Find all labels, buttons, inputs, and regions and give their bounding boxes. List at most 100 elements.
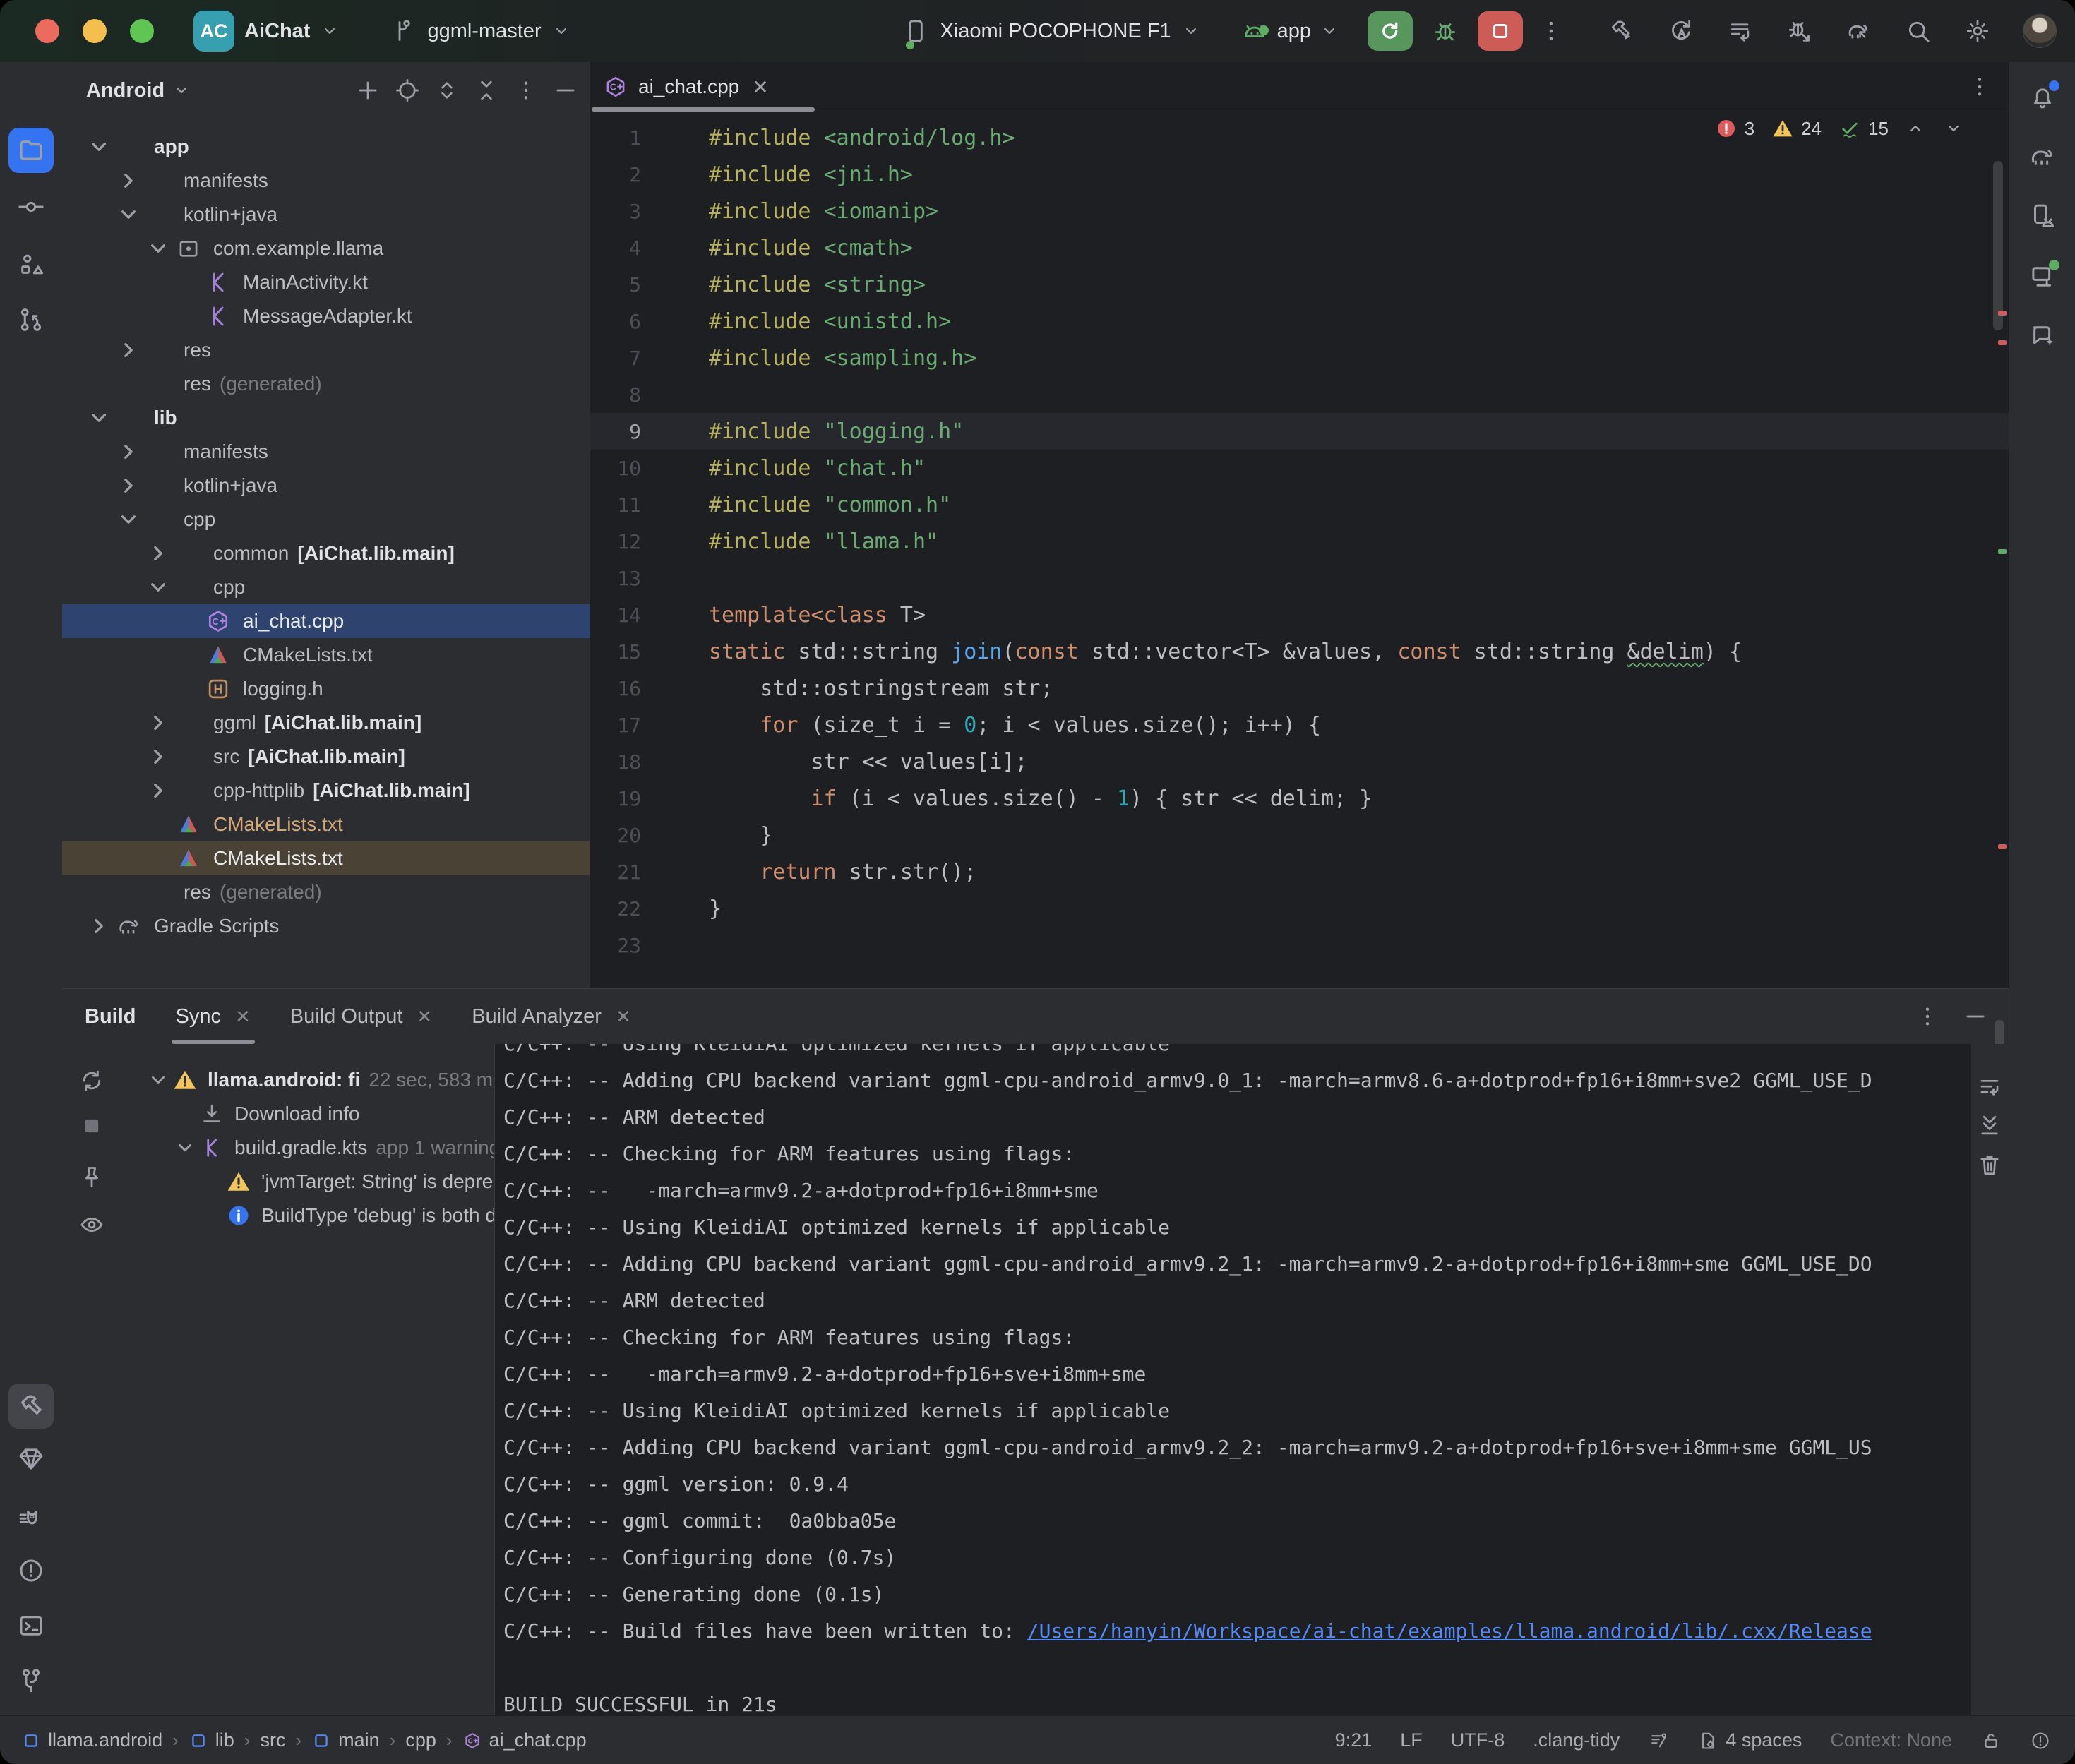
tool-stripe-gradle-elephant-button[interactable]: [2020, 134, 2065, 179]
tree-item-cmakelists-txt[interactable]: CMakeLists.txt: [62, 808, 590, 841]
chevron-down-icon[interactable]: [114, 505, 143, 534]
tool-stripe-git-branch-button[interactable]: [8, 1657, 54, 1703]
chevron-right-icon[interactable]: [144, 539, 172, 568]
chevron-down-icon[interactable]: [144, 573, 172, 601]
code-line-21[interactable]: 21 return str.str();: [590, 853, 2009, 890]
scroll-to-end-icon[interactable]: [1976, 1112, 2003, 1139]
expand-all-icon[interactable]: [433, 77, 460, 104]
pin-icon[interactable]: [78, 1163, 106, 1191]
tree-item-com-example-llama[interactable]: com.example.llama: [62, 232, 590, 265]
chevron-right-icon[interactable]: [114, 438, 143, 466]
tree-item-cpp-httplib[interactable]: cpp-httplib[AiChat.lib.main]: [62, 774, 590, 808]
tool-stripe-commit-button[interactable]: [8, 184, 54, 229]
clear-trash-icon[interactable]: [1976, 1151, 2003, 1178]
code-line-6[interactable]: 6#include <unistd.h>: [590, 303, 2009, 340]
code-line-13[interactable]: 13: [590, 560, 2009, 596]
chevron-down-icon[interactable]: [145, 1066, 171, 1094]
code-line-16[interactable]: 16 std::ostringstream str;: [590, 670, 2009, 707]
chevron-down-icon[interactable]: [85, 404, 113, 432]
tool-stripe-more-horizontal-button[interactable]: [8, 350, 54, 395]
build-tree-item[interactable]: build.gradle.ktsapp 1 warning: [172, 1132, 500, 1164]
chevron-right-icon[interactable]: [144, 709, 172, 737]
code-line-11[interactable]: 11#include "common.h": [590, 486, 2009, 523]
code-line-10[interactable]: 10#include "chat.h": [590, 450, 2009, 486]
breadcrumb-item-lib[interactable]: lib: [189, 1729, 234, 1751]
build-tree-item[interactable]: BuildType 'debug' is both de: [199, 1199, 508, 1232]
chevron-right-icon[interactable]: [114, 167, 143, 195]
soft-wrap-icon[interactable]: [1976, 1074, 2003, 1100]
build-tab-build-analyzer[interactable]: Build Analyzer✕: [472, 989, 631, 1044]
status-item-lock-open[interactable]: [1980, 1730, 2002, 1751]
tool-stripe-terminal-button[interactable]: [8, 1603, 54, 1648]
code-line-9[interactable]: 9#include "logging.h": [590, 413, 2009, 450]
hide-build-panel-icon[interactable]: [1962, 1003, 1989, 1030]
chevron-down-icon[interactable]: [114, 200, 143, 229]
tree-item-res[interactable]: res(generated): [62, 367, 590, 401]
project-view-selector[interactable]: Android: [86, 79, 165, 102]
code-line-18[interactable]: 18 str << values[i];: [590, 743, 2009, 780]
tree-item-manifests[interactable]: manifests: [62, 164, 590, 198]
tool-stripe-structure-button[interactable]: [8, 242, 54, 287]
debug-button[interactable]: [1423, 11, 1468, 51]
settings-gear-icon[interactable]: [1963, 17, 1992, 45]
tool-stripe-gemini-chat-button[interactable]: [2020, 313, 2065, 359]
code-line-23[interactable]: 23: [590, 927, 2009, 964]
tree-item-cpp[interactable]: cpp: [62, 570, 590, 604]
code-line-5[interactable]: 5#include <string>: [590, 266, 2009, 303]
add-plus-icon[interactable]: [354, 77, 381, 104]
code-line-22[interactable]: 22}: [590, 890, 2009, 927]
build-variants-icon[interactable]: [1726, 17, 1754, 45]
close-tab-icon[interactable]: ✕: [616, 1006, 631, 1028]
tab-ai-chat-cpp[interactable]: C ai_chat.cpp ✕: [590, 62, 786, 112]
console-file-link[interactable]: /Users/hanyin/Workspace/ai-chat/examples…: [1027, 1619, 1872, 1643]
build-options-icon[interactable]: [1914, 1003, 1941, 1030]
status-item-lf[interactable]: LF: [1400, 1729, 1423, 1751]
tool-stripe-problems-button[interactable]: [8, 1548, 54, 1593]
device-selector[interactable]: Xiaomi POCOPHONE F1: [902, 17, 1200, 45]
chevron-down-icon[interactable]: [144, 234, 172, 263]
locate-icon[interactable]: [394, 77, 421, 104]
vcs-branch-widget[interactable]: ggml-master: [389, 17, 570, 45]
tree-item-messageadapter-kt[interactable]: MessageAdapter.kt: [62, 299, 590, 333]
build-tree-item[interactable]: llama.android: fi22 sec, 583 ms: [145, 1064, 503, 1096]
error-stripe-mark[interactable]: [1998, 311, 2007, 316]
chevron-right-icon[interactable]: [144, 743, 172, 771]
code-line-3[interactable]: 3#include <iomanip>: [590, 193, 2009, 229]
code-line-17[interactable]: 17 for (size_t i = 0; i < values.size();…: [590, 707, 2009, 743]
more-actions-icon[interactable]: [1537, 17, 1565, 45]
tree-item-common[interactable]: common[AiChat.lib.main]: [62, 536, 590, 570]
breadcrumb-item-llama-android[interactable]: llama.android: [21, 1729, 162, 1751]
tree-item-manifests[interactable]: manifests: [62, 435, 590, 469]
code-line-12[interactable]: 12#include "llama.h": [590, 523, 2009, 560]
code-line-2[interactable]: 2#include <jni.h>: [590, 156, 2009, 193]
chevron-down-icon[interactable]: [85, 133, 113, 161]
chevron-down-icon[interactable]: [172, 80, 191, 100]
build-tab-sync[interactable]: Sync✕: [176, 989, 251, 1044]
error-stripe-mark[interactable]: [1998, 340, 2007, 345]
tree-item-cmakelists-txt[interactable]: CMakeLists.txt: [62, 841, 590, 875]
minimize-window-button[interactable]: [83, 19, 107, 43]
chevron-right-icon[interactable]: [114, 336, 143, 364]
tree-item-ai-chat-cpp[interactable]: Cai_chat.cpp: [62, 604, 590, 638]
tree-item-cmakelists-txt[interactable]: CMakeLists.txt: [62, 638, 590, 672]
build-tree-item[interactable]: Download info: [172, 1098, 359, 1130]
tree-item-mainactivity-kt[interactable]: MainActivity.kt: [62, 265, 590, 299]
user-avatar[interactable]: [2023, 14, 2057, 48]
tree-item-ggml[interactable]: ggml[AiChat.lib.main]: [62, 706, 590, 740]
prev-issue-icon[interactable]: [1906, 119, 1925, 138]
stop-button[interactable]: [1478, 11, 1523, 51]
tool-stripe-running-devices-button[interactable]: [2020, 254, 2065, 299]
tree-item-src[interactable]: src[AiChat.lib.main]: [62, 740, 590, 774]
status-item--clang-tidy[interactable]: .clang-tidy: [1533, 1729, 1620, 1751]
code-line-8[interactable]: 8: [590, 376, 2009, 413]
tool-stripe-build-hammer-button[interactable]: [8, 1384, 54, 1429]
chevron-right-icon[interactable]: [114, 472, 143, 500]
tree-item-res[interactable]: res: [62, 333, 590, 367]
tree-item-kotlin-java[interactable]: kotlin+java: [62, 198, 590, 232]
build-window-title[interactable]: Build: [85, 1005, 136, 1028]
editor-scrollbar[interactable]: [1993, 161, 2003, 330]
code-line-14[interactable]: 14template<class T>: [590, 596, 2009, 633]
tree-item-kotlin-java[interactable]: kotlin+java: [62, 469, 590, 503]
status-item-context-none[interactable]: Context: None: [1830, 1729, 1952, 1751]
more-vertical-icon[interactable]: [513, 77, 539, 104]
